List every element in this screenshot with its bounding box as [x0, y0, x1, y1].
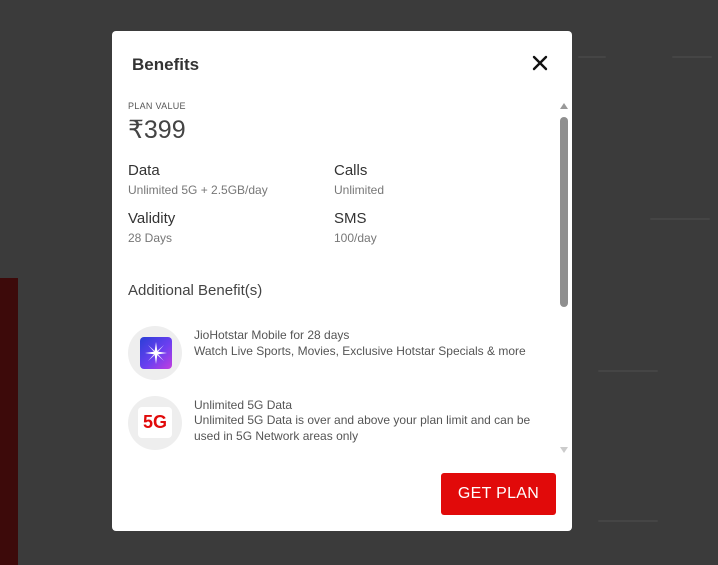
5g-icon-circle: 5G [128, 396, 182, 450]
benefits-modal: Benefits PLAN VALUE ₹399 Data Unlimited … [112, 31, 572, 531]
close-button[interactable] [528, 51, 552, 75]
validity-value: 28 Days [128, 231, 173, 245]
background-line [598, 370, 658, 372]
plan-price: ₹399 [128, 116, 186, 144]
benefits-content[interactable]: PLAN VALUE ₹399 Data Unlimited 5G + 2.5G… [128, 99, 548, 454]
scrollbar-thumb[interactable] [560, 117, 568, 307]
calls-value: Unlimited [334, 183, 385, 197]
benefit-description: Unlimited 5G Data is over and above your… [194, 413, 531, 443]
benefit-description: Watch Live Sports, Movies, Exclusive Hot… [194, 344, 526, 358]
background-line [598, 520, 658, 522]
close-icon [532, 55, 548, 71]
benefit-title: JioHotstar Mobile for 28 days [194, 328, 350, 342]
data-value: Unlimited 5G + 2.5GB/day [128, 183, 268, 197]
sms-value: 100/day [334, 231, 377, 245]
modal-title: Benefits [132, 55, 200, 74]
plan-value-label: PLAN VALUE [128, 101, 186, 111]
background-line [672, 56, 712, 58]
data-title: Data [128, 162, 160, 179]
get-plan-button[interactable]: GET PLAN [441, 473, 556, 515]
jiohotstar-icon-circle [128, 326, 182, 380]
scroll-up-arrow-icon[interactable] [560, 103, 568, 109]
benefit-title: Unlimited 5G Data [194, 398, 293, 412]
additional-benefits-heading: Additional Benefit(s) [128, 282, 263, 299]
background-line [578, 56, 606, 58]
background-line [650, 218, 710, 220]
scrollbar[interactable] [559, 103, 569, 453]
background-banner [0, 278, 18, 565]
sms-title: SMS [334, 210, 367, 227]
scroll-down-arrow-icon[interactable] [560, 447, 568, 453]
jiohotstar-icon [140, 337, 172, 369]
calls-title: Calls [334, 162, 368, 179]
validity-title: Validity [128, 210, 176, 227]
5g-icon: 5G [138, 407, 172, 438]
